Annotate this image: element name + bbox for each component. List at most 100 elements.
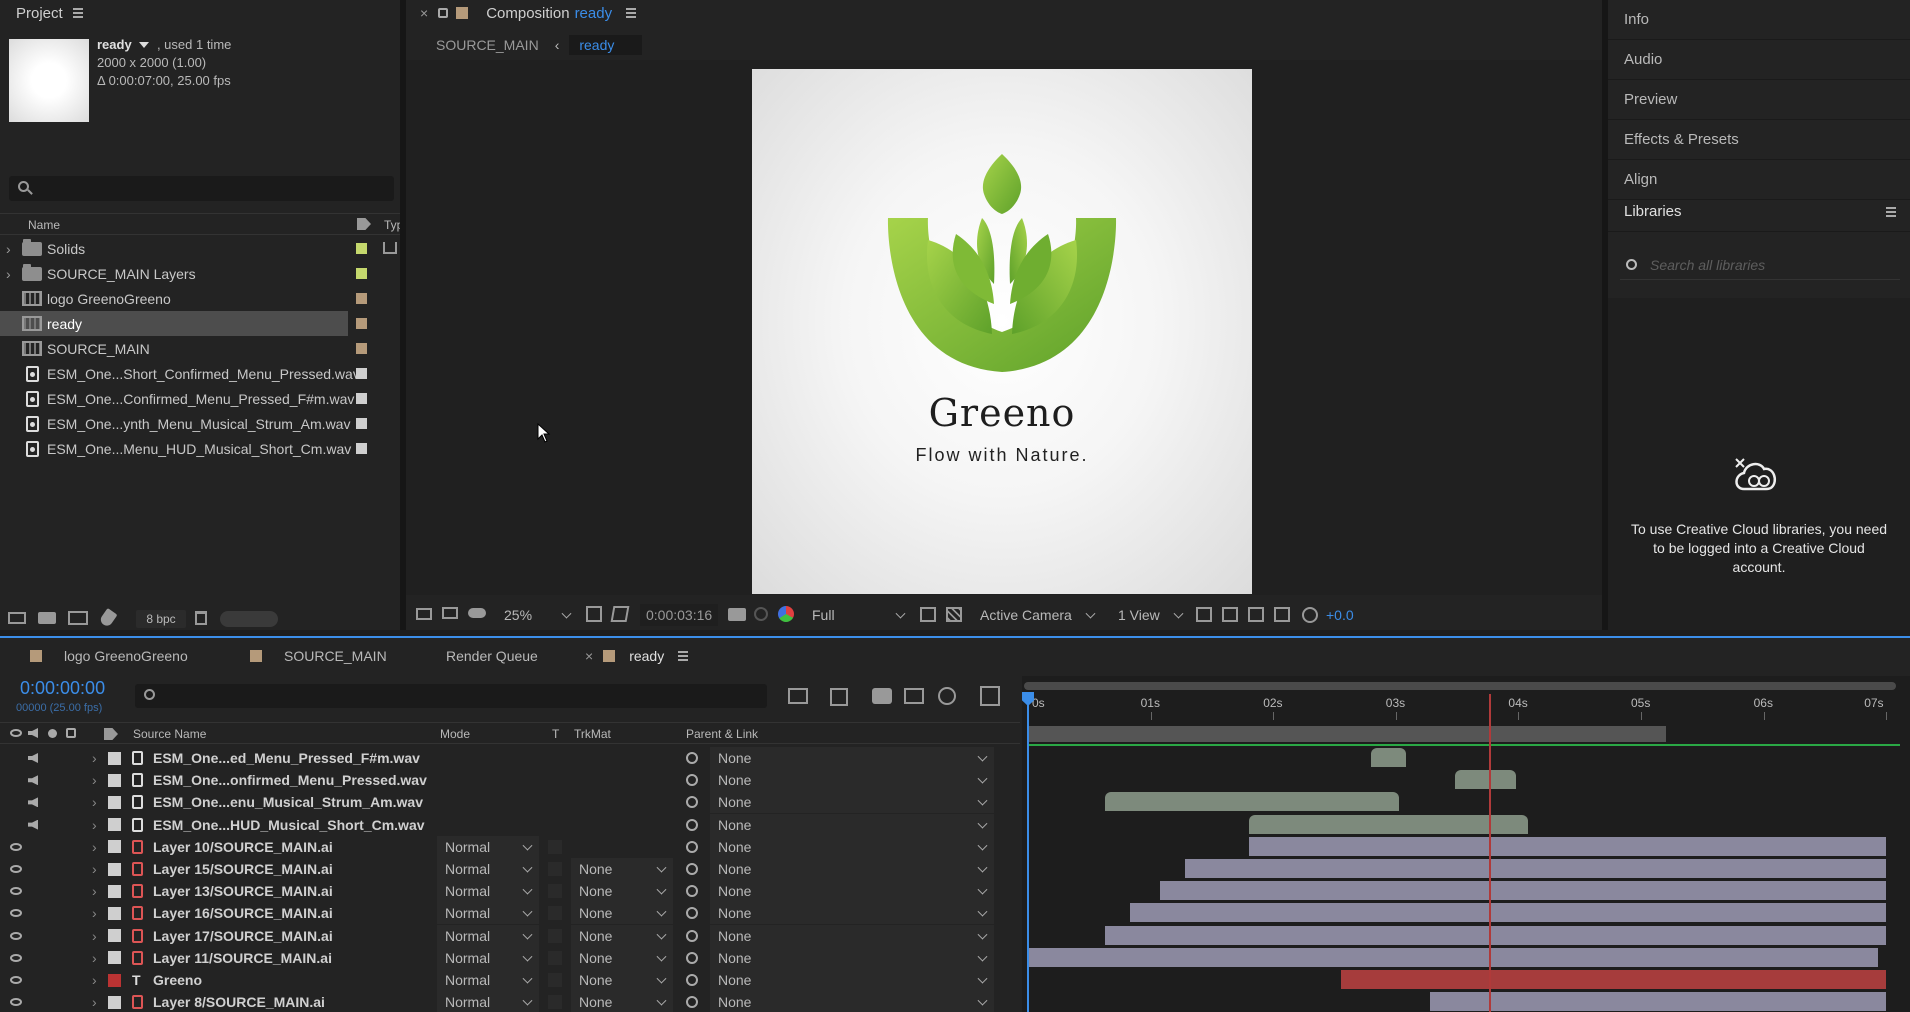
- show-snapshot-icon[interactable]: [754, 607, 768, 621]
- frame-blending-icon[interactable]: [904, 688, 924, 704]
- libraries-search-input[interactable]: Search all libraries: [1620, 252, 1900, 280]
- eye-icon[interactable]: [10, 925, 22, 947]
- panel-item[interactable]: Info: [1608, 0, 1910, 40]
- pick-whip-icon[interactable]: [686, 902, 698, 924]
- shy-layers-icon[interactable]: [872, 688, 892, 704]
- time-ruler[interactable]: 0s 01s 02s 03s 04s 05s 06s 07s: [1022, 694, 1910, 722]
- speaker-icon[interactable]: [28, 747, 38, 769]
- eye-icon[interactable]: [10, 858, 22, 880]
- toggle-pixel-icon[interactable]: [1196, 607, 1212, 622]
- chevron-right-icon[interactable]: ›: [6, 266, 11, 282]
- label-color[interactable]: [108, 947, 121, 969]
- layer-row[interactable]: › Layer 17/SOURCE_MAIN.ai Normal None None: [0, 924, 1020, 947]
- timeline-tab[interactable]: × ready: [585, 638, 689, 674]
- col-parent[interactable]: Parent & Link: [686, 727, 758, 741]
- chevron-right-icon[interactable]: ›: [92, 947, 97, 969]
- project-item[interactable]: logo GreenoGreeno: [0, 286, 380, 311]
- chevron-right-icon[interactable]: ›: [92, 880, 97, 902]
- chevron-right-icon[interactable]: ›: [92, 769, 97, 791]
- draft-3d-icon[interactable]: [830, 688, 848, 706]
- trkmat-select[interactable]: None: [571, 924, 673, 947]
- view-layout-select[interactable]: 1 View: [1110, 604, 1190, 626]
- layer-row[interactable]: › Layer 11/SOURCE_MAIN.ai Normal None None: [0, 946, 1020, 969]
- trkmat-select[interactable]: None: [571, 880, 673, 903]
- project-item[interactable]: › Solids: [0, 236, 380, 261]
- mode-select[interactable]: Normal: [437, 902, 539, 925]
- label-color[interactable]: [356, 343, 367, 354]
- pick-whip-icon[interactable]: [686, 858, 698, 880]
- speaker-icon[interactable]: [28, 769, 38, 791]
- trkmat-select[interactable]: None: [571, 858, 673, 880]
- parent-select[interactable]: None: [710, 813, 994, 836]
- layer-duration-bar[interactable]: [1371, 748, 1406, 767]
- layer-row[interactable]: › Layer 16/SOURCE_MAIN.ai Normal None None: [0, 902, 1020, 925]
- mode-select[interactable]: Normal: [437, 880, 539, 903]
- current-time-indicator[interactable]: [1488, 694, 1491, 1012]
- brush-icon[interactable]: [98, 608, 118, 628]
- libraries-header[interactable]: Libraries: [1608, 192, 1910, 232]
- zoom-select[interactable]: 25%: [496, 604, 578, 626]
- trkmat-select[interactable]: None: [571, 902, 673, 925]
- col-name[interactable]: Name: [28, 218, 60, 232]
- col-source-name[interactable]: Source Name: [133, 727, 206, 741]
- layer-row[interactable]: › Layer 10/SOURCE_MAIN.ai Normal None: [0, 835, 1020, 858]
- preserve-transparency-toggle[interactable]: [548, 880, 562, 902]
- breadcrumb-parent[interactable]: SOURCE_MAIN: [436, 37, 539, 53]
- chevron-right-icon[interactable]: ›: [92, 747, 97, 769]
- label-color[interactable]: [356, 243, 367, 254]
- chevron-down-icon[interactable]: [139, 42, 150, 48]
- chevron-right-icon[interactable]: ›: [92, 969, 97, 991]
- col-t[interactable]: T: [552, 727, 559, 741]
- menu-icon[interactable]: [72, 6, 83, 20]
- roi-icon[interactable]: [920, 607, 936, 622]
- interpret-footage-icon[interactable]: [8, 612, 26, 624]
- lock-icon[interactable]: [438, 8, 449, 18]
- preserve-transparency-toggle[interactable]: [548, 947, 562, 969]
- parent-select[interactable]: None: [710, 769, 994, 792]
- speaker-icon[interactable]: [28, 814, 38, 836]
- camera-select[interactable]: Active Camera: [972, 604, 1102, 626]
- bit-depth[interactable]: 8 bpc: [136, 610, 186, 628]
- layer-duration-bar[interactable]: [1028, 947, 1878, 967]
- pick-whip-icon[interactable]: [686, 925, 698, 947]
- panel-item[interactable]: Audio: [1608, 40, 1910, 80]
- search-field-pill[interactable]: [220, 611, 278, 627]
- dependency-icon[interactable]: [383, 242, 397, 254]
- eye-icon[interactable]: [10, 836, 22, 858]
- col-trkmat[interactable]: TrkMat: [574, 727, 611, 741]
- label-color[interactable]: [356, 368, 367, 379]
- fast-preview-icon[interactable]: [1222, 607, 1238, 622]
- transparency-grid-icon[interactable]: [946, 607, 962, 622]
- layer-row[interactable]: › ESM_One...onfirmed_Menu_Pressed.wav None: [0, 769, 1020, 792]
- trkmat-select[interactable]: None: [571, 946, 673, 969]
- project-item[interactable]: ready: [0, 311, 367, 336]
- label-tag-icon[interactable]: [104, 728, 118, 740]
- mode-select[interactable]: Normal: [437, 924, 539, 947]
- comp-canvas[interactable]: Greeno Flow with Nature.: [752, 69, 1252, 594]
- chevron-right-icon[interactable]: ›: [92, 836, 97, 858]
- layer-row[interactable]: › Layer 13/SOURCE_MAIN.ai Normal None None: [0, 880, 1020, 903]
- project-item[interactable]: ESM_One...Menu_HUD_Musical_Short_Cm.wav: [0, 436, 380, 461]
- speaker-icon[interactable]: [28, 728, 38, 738]
- motion-blur-icon[interactable]: [938, 687, 956, 705]
- parent-select[interactable]: None: [710, 902, 994, 925]
- mode-select[interactable]: Normal: [437, 946, 539, 969]
- channel-icon[interactable]: [778, 606, 794, 622]
- label-color[interactable]: [108, 747, 121, 769]
- mode-select[interactable]: Normal: [437, 969, 539, 991]
- project-search-input[interactable]: [9, 176, 394, 201]
- chevron-right-icon[interactable]: ›: [92, 791, 97, 813]
- timeline-tab[interactable]: logo GreenoGreeno: [30, 638, 188, 674]
- parent-select[interactable]: None: [710, 747, 994, 769]
- layer-row[interactable]: › Layer 15/SOURCE_MAIN.ai Normal None None: [0, 858, 1020, 880]
- solo-icon[interactable]: [48, 729, 57, 738]
- label-color[interactable]: [108, 969, 121, 991]
- chevron-right-icon[interactable]: ›: [6, 241, 11, 257]
- layer-row[interactable]: › ESM_One...HUD_Musical_Short_Cm.wav None: [0, 813, 1020, 836]
- project-title[interactable]: Project: [16, 5, 63, 22]
- work-area-bar[interactable]: [1028, 726, 1666, 742]
- preserve-transparency-toggle[interactable]: [548, 858, 562, 880]
- mode-select[interactable]: Normal: [437, 991, 539, 1012]
- menu-icon[interactable]: [1886, 205, 1896, 219]
- eye-icon[interactable]: [10, 729, 22, 737]
